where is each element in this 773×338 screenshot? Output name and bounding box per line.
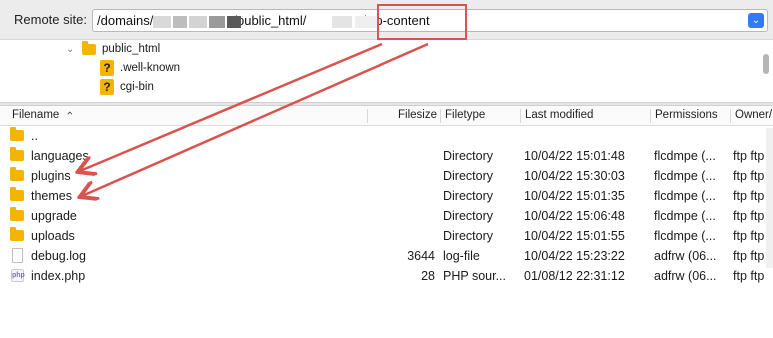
folder-icon xyxy=(10,207,24,221)
column-separator[interactable] xyxy=(440,109,441,123)
column-separator[interactable] xyxy=(730,109,731,123)
chevron-down-icon[interactable]: ⌄ xyxy=(66,44,76,55)
tree-item-well-known[interactable]: ? .well-known xyxy=(100,59,180,77)
column-filetype[interactable]: Filetype xyxy=(445,109,485,121)
column-last-modified[interactable]: Last modified xyxy=(525,109,593,121)
column-owner[interactable]: Owner/ xyxy=(735,109,772,121)
file-list-scrollbar[interactable] xyxy=(766,128,773,268)
cell-filename: themes xyxy=(31,189,72,203)
cell-last-modified: 10/04/22 15:23:22 xyxy=(524,249,625,263)
redacted-block xyxy=(227,16,241,28)
php-file-icon: php xyxy=(11,269,25,282)
cell-permissions: adfrw (06... xyxy=(654,249,717,263)
cell-filename: index.php xyxy=(31,269,86,283)
redacted-block xyxy=(189,16,207,28)
cell-permissions: adfrw (06... xyxy=(654,269,717,283)
column-permissions[interactable]: Permissions xyxy=(655,109,718,121)
cell-filename: debug.log xyxy=(31,249,86,263)
cell-filesize: 3644 xyxy=(407,249,435,263)
redacted-block xyxy=(355,16,379,28)
table-row[interactable]: languages Directory 10/04/22 15:01:48 flcdm… xyxy=(0,146,773,166)
tree-item-label: cgi-bin xyxy=(120,81,154,93)
cell-filename: .. xyxy=(31,129,38,143)
file-list-header: Filename ⌃ Filesize Filetype Last modifi… xyxy=(0,106,773,126)
redacted-block xyxy=(173,16,187,28)
path-part-domains: /domains/ xyxy=(97,13,154,28)
table-row[interactable]: php index.php 28 PHP sour... 01/08/12 22:31:… xyxy=(0,266,773,286)
cell-filetype: Directory xyxy=(443,149,494,163)
question-icon: ? xyxy=(100,60,114,76)
redacted-block xyxy=(209,16,225,28)
cell-owner: ftp ftp xyxy=(733,189,765,203)
tree-item-label: public_html xyxy=(102,43,161,55)
table-row[interactable]: upgrade Directory 10/04/22 15:06:48 flcdmpe… xyxy=(0,206,773,226)
cell-owner: ftp ftp xyxy=(733,249,765,263)
column-separator[interactable] xyxy=(520,109,521,123)
cell-last-modified: 01/08/12 22:31:12 xyxy=(524,269,625,283)
path-dropdown-button[interactable]: ⌄ xyxy=(748,13,764,28)
table-row[interactable]: uploads Directory 10/04/22 15:01:55 flcdmpe… xyxy=(0,226,773,246)
cell-last-modified: 10/04/22 15:01:35 xyxy=(524,189,625,203)
cell-filetype: Directory xyxy=(443,189,494,203)
path-part-public-html: /public_html/ xyxy=(233,13,307,28)
cell-filesize: 28 xyxy=(421,269,435,283)
tree-item-cgi-bin[interactable]: ? cgi-bin xyxy=(100,78,154,96)
directory-tree: ⌄ public_html ? .well-known ? cgi-bin xyxy=(0,40,773,102)
sort-ascending-icon[interactable]: ⌃ xyxy=(65,109,75,123)
cell-filetype: Directory xyxy=(443,229,494,243)
table-row[interactable]: themes Directory 10/04/22 15:01:35 flcdmpe … xyxy=(0,186,773,206)
cell-filetype: Directory xyxy=(443,209,494,223)
cell-owner: ftp ftp xyxy=(733,149,765,163)
column-separator[interactable] xyxy=(367,109,368,123)
folder-icon xyxy=(82,40,96,55)
cell-last-modified: 10/04/22 15:01:48 xyxy=(524,149,625,163)
cell-owner: ftp ftp xyxy=(733,169,765,183)
question-icon: ? xyxy=(100,79,114,95)
cell-filename: upgrade xyxy=(31,209,77,223)
table-row[interactable]: debug.log 3644 log-file 10/04/22 15:23:22 ad… xyxy=(0,246,773,266)
tree-item-label: .well-known xyxy=(120,62,181,74)
folder-icon xyxy=(10,227,24,241)
tree-item-public-html[interactable]: ⌄ public_html xyxy=(66,40,160,58)
cell-last-modified: 10/04/22 15:01:55 xyxy=(524,229,625,243)
column-separator[interactable] xyxy=(650,109,651,123)
cell-filetype: Directory xyxy=(443,169,494,183)
table-row[interactable]: .. xyxy=(0,126,773,146)
cell-filename: plugins xyxy=(31,169,71,183)
cell-permissions: flcdmpe (... xyxy=(654,189,716,203)
column-filename[interactable]: Filename xyxy=(12,109,59,121)
cell-permissions: flcdmpe (... xyxy=(654,149,716,163)
cell-owner: ftp ftp xyxy=(733,269,765,283)
annotation-highlight-box xyxy=(377,4,467,40)
column-filesize[interactable]: Filesize xyxy=(398,109,437,121)
cell-last-modified: 10/04/22 15:30:03 xyxy=(524,169,625,183)
cell-owner: ftp ftp xyxy=(733,229,765,243)
cell-filetype: log-file xyxy=(443,249,480,263)
cell-permissions: flcdmpe (... xyxy=(654,209,716,223)
tree-scrollbar[interactable] xyxy=(763,54,769,74)
cell-filetype: PHP sour... xyxy=(443,269,506,283)
cell-filename: languages xyxy=(31,149,89,163)
folder-icon xyxy=(10,167,24,181)
redacted-block xyxy=(153,16,171,28)
table-row[interactable]: plugins Directory 10/04/22 15:30:03 flcdmpe… xyxy=(0,166,773,186)
redacted-block xyxy=(332,16,352,28)
cell-owner: ftp ftp xyxy=(733,209,765,223)
remote-site-bar: Remote site: /domains//public_html//wp-c… xyxy=(0,0,773,40)
cell-permissions: flcdmpe (... xyxy=(654,229,716,243)
cell-filename: uploads xyxy=(31,229,75,243)
cell-permissions: flcdmpe (... xyxy=(654,169,716,183)
cell-last-modified: 10/04/22 15:06:48 xyxy=(524,209,625,223)
folder-icon xyxy=(10,187,24,201)
file-icon xyxy=(12,248,23,263)
remote-site-label: Remote site: xyxy=(14,12,87,27)
folder-icon xyxy=(10,147,24,161)
folder-icon xyxy=(10,127,24,141)
